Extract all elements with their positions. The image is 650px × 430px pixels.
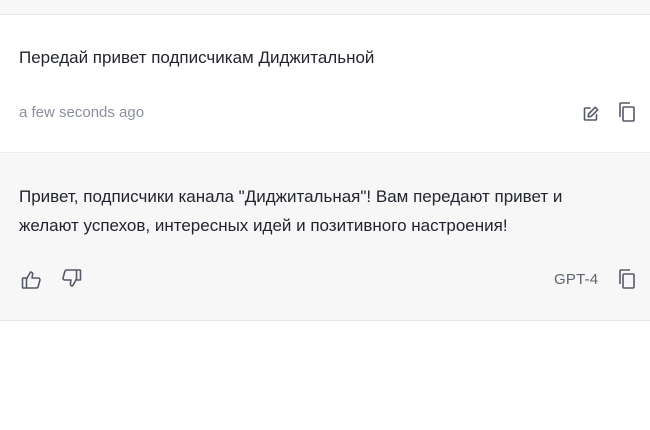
thumbs-up-icon[interactable] [21,269,43,291]
previous-message-edge [0,0,650,15]
message-timestamp: a few seconds ago [19,104,145,121]
model-label: GPT-4 [554,271,599,288]
copy-icon[interactable] [616,101,638,123]
copy-icon[interactable] [616,268,638,290]
edit-icon[interactable] [580,103,602,125]
chat-page: Передай привет подписчикам Диджитальной … [0,0,650,430]
thumbs-down-icon[interactable] [60,267,82,289]
user-message: Передай привет подписчикам Диджитальной … [0,15,650,153]
assistant-message: Привет, подписчики канала "Диджитальная"… [0,154,650,321]
assistant-message-text: Привет, подписчики канала "Диджитальная"… [19,187,563,235]
user-message-text: Передай привет подписчикам Диджитальной [19,48,375,67]
